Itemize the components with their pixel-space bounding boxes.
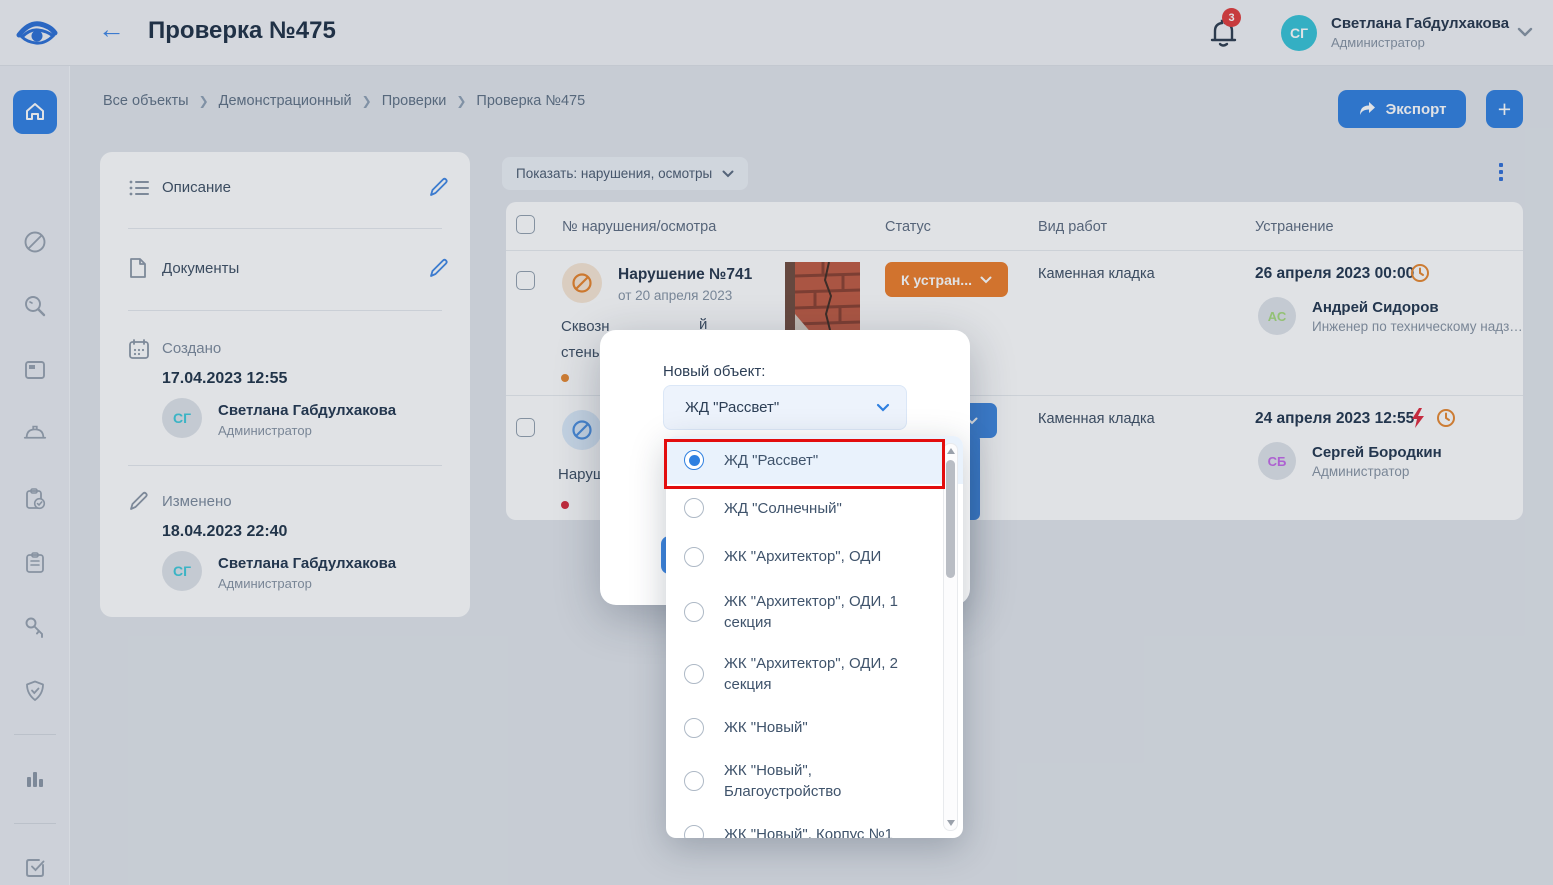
dropdown-scrollbar[interactable] [943, 443, 958, 831]
radio-icon [684, 771, 704, 791]
option-item[interactable]: ЖД "Рассвет" [666, 436, 963, 484]
option-item[interactable]: ЖК "Архитектор", ОДИ, 1 секция [666, 581, 963, 643]
option-label: ЖД "Рассвет" [724, 450, 818, 471]
option-label: ЖК "Архитектор", ОДИ [724, 546, 881, 567]
radio-icon [684, 498, 704, 518]
option-item[interactable]: ЖК "Новый", Благоустройство [666, 750, 963, 812]
radio-icon [684, 718, 704, 738]
scrollbar-thumb[interactable] [946, 460, 955, 578]
option-label: ЖК "Новый", Корпус №1 [724, 824, 893, 838]
scroll-down-arrow-icon[interactable] [947, 820, 955, 826]
new-object-select[interactable]: ЖД "Рассвет" [663, 385, 907, 430]
chevron-down-icon [876, 403, 890, 412]
option-label: ЖД "Солнечный" [724, 498, 842, 519]
radio-icon [684, 602, 704, 622]
radio-selected-icon [684, 450, 704, 470]
radio-icon [684, 547, 704, 567]
option-label: ЖК "Архитектор", ОДИ, 2 секция [724, 653, 921, 695]
scroll-up-arrow-icon[interactable] [947, 448, 955, 454]
select-value: ЖД "Рассвет" [685, 399, 779, 416]
option-item[interactable]: ЖК "Новый" [666, 705, 963, 750]
new-object-field-label: Новый объект: [663, 363, 765, 380]
option-item[interactable]: ЖК "Новый", Корпус №1 [666, 812, 963, 838]
option-label: ЖК "Новый" [724, 717, 808, 738]
app-window: ← Проверка №475 3 СГ Светлана Габдулхако… [0, 0, 1553, 885]
radio-icon [684, 664, 704, 684]
option-item[interactable]: ЖК "Архитектор", ОДИ, 2 секция [666, 643, 963, 705]
radio-icon [684, 825, 704, 839]
option-label: ЖК "Новый", Благоустройство [724, 760, 921, 802]
option-item[interactable]: ЖК "Архитектор", ОДИ [666, 532, 963, 581]
option-item[interactable]: ЖД "Солнечный" [666, 484, 963, 532]
option-label: ЖК "Архитектор", ОДИ, 1 секция [724, 591, 921, 633]
object-options-listbox: ЖД "Рассвет" ЖД "Солнечный" ЖК "Архитект… [666, 436, 963, 838]
